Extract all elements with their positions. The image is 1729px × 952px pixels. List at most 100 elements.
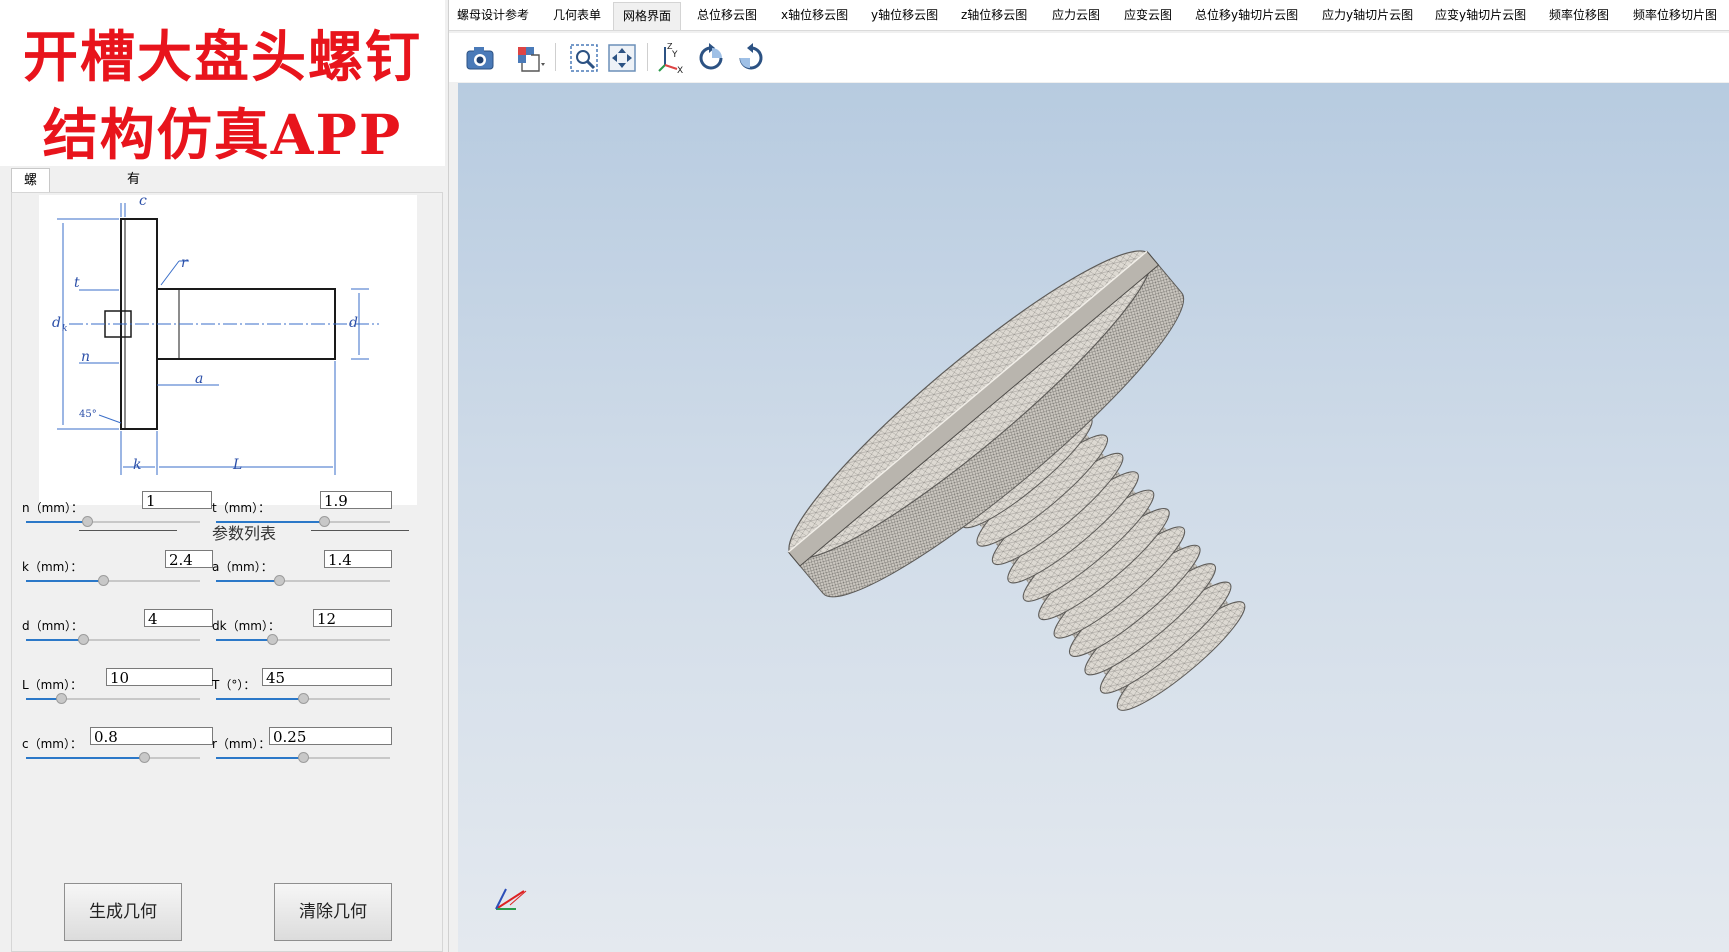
param-label: t（mm）： bbox=[212, 501, 271, 515]
menu-item-freq-disp-slice[interactable]: 频率位移切片图 bbox=[1633, 0, 1717, 30]
param-slider-handle[interactable] bbox=[97, 575, 109, 586]
3d-viewport[interactable] bbox=[458, 83, 1729, 952]
param-slider-fill bbox=[216, 639, 272, 641]
param-label: k（mm）： bbox=[22, 560, 83, 574]
param-label: r（mm）： bbox=[212, 737, 271, 751]
svg-text:X: X bbox=[677, 66, 683, 75]
rotate-ccw-icon[interactable] bbox=[695, 41, 729, 75]
param-panel: c r t d k d n a k L 45° 参数列表 n（mm）： 1 t（mm… bbox=[11, 192, 443, 952]
param-input[interactable]: 2.4 bbox=[165, 550, 213, 569]
param-7: T（°）： 45 bbox=[212, 668, 392, 726]
param-slider[interactable] bbox=[26, 693, 200, 704]
drawing-label-dk-sub: k bbox=[62, 324, 67, 334]
param-slider-handle[interactable] bbox=[298, 752, 309, 763]
zoom-fit-icon[interactable] bbox=[567, 41, 601, 75]
menu-item-strain-y-slice[interactable]: 应变y轴切片云图 bbox=[1435, 0, 1526, 30]
camera-icon[interactable] bbox=[463, 41, 497, 75]
screw-mesh-model[interactable] bbox=[458, 83, 1729, 952]
param-8: c（mm）： 0.8 bbox=[22, 727, 213, 785]
param-input[interactable]: 0.8 bbox=[90, 727, 213, 746]
menu-bar: 螺母设计参考 几何表单 网格界面 总位移云图 x轴位移云图 y轴位移云图 z轴位… bbox=[449, 0, 1729, 31]
menu-item-geometry-form[interactable]: 几何表单 bbox=[553, 0, 601, 30]
view-toolbar: Y X Z bbox=[449, 33, 1729, 82]
banner-title-line2: 结构仿真APP bbox=[42, 102, 403, 167]
pan-icon[interactable] bbox=[605, 41, 639, 75]
param-slider[interactable] bbox=[216, 516, 390, 527]
screw-drawing: c r t d k d n a k L 45° bbox=[39, 195, 417, 505]
rotate-cw-icon[interactable] bbox=[733, 41, 767, 75]
param-3: a（mm）： 1.4 bbox=[212, 550, 392, 608]
param-input[interactable]: 0.25 bbox=[269, 727, 392, 746]
param-6: L（mm）： 10 bbox=[22, 668, 213, 726]
param-slider[interactable] bbox=[26, 575, 200, 586]
param-slider[interactable] bbox=[216, 575, 390, 586]
menu-item-freq-displacement[interactable]: 频率位移图 bbox=[1549, 0, 1609, 30]
param-5: dk（mm）： 12 bbox=[212, 609, 392, 667]
param-slider-fill bbox=[26, 757, 145, 759]
menu-item-stress[interactable]: 应力云图 bbox=[1052, 0, 1100, 30]
param-2: k（mm）： 2.4 bbox=[22, 550, 213, 608]
param-input[interactable]: 1.4 bbox=[324, 550, 392, 569]
param-label: a（mm）： bbox=[212, 560, 273, 574]
param-1: t（mm）： 1.9 bbox=[212, 491, 392, 549]
param-input[interactable]: 4 bbox=[144, 609, 213, 628]
drawing-label-d: d bbox=[349, 315, 358, 331]
drawing-label-r: r bbox=[181, 255, 189, 271]
menu-item-stress-y-slice[interactable]: 应力y轴切片云图 bbox=[1322, 0, 1413, 30]
param-input[interactable]: 1 bbox=[142, 491, 212, 510]
menu-item-z-displacement[interactable]: z轴位移云图 bbox=[961, 0, 1027, 30]
param-0: n（mm）： 1 bbox=[22, 491, 212, 549]
menu-item-strain[interactable]: 应变云图 bbox=[1124, 0, 1172, 30]
svg-text:Z: Z bbox=[667, 42, 673, 51]
param-slider-handle[interactable] bbox=[81, 516, 93, 527]
clear-geometry-button[interactable]: 清除几何 bbox=[274, 883, 392, 941]
param-input[interactable]: 45 bbox=[262, 668, 392, 687]
tab-fem-params[interactable]: 有限元参数 bbox=[115, 168, 152, 283]
param-slider-handle[interactable] bbox=[55, 693, 67, 704]
param-label: L（mm）： bbox=[22, 678, 83, 692]
param-label: T（°）： bbox=[212, 678, 256, 692]
param-slider-fill bbox=[216, 698, 303, 700]
param-label: d（mm）： bbox=[22, 619, 83, 633]
param-slider[interactable] bbox=[26, 752, 200, 763]
drawing-label-dk: d bbox=[52, 315, 61, 331]
orientation-axes-icon bbox=[495, 888, 527, 910]
menu-item-y-displacement[interactable]: y轴位移云图 bbox=[871, 0, 938, 30]
drawing-label-c: c bbox=[139, 195, 147, 209]
drawing-label-k: k bbox=[133, 457, 141, 473]
axes-icon[interactable]: Y X Z bbox=[655, 41, 689, 75]
param-slider-fill bbox=[26, 580, 103, 582]
param-slider-fill bbox=[26, 639, 84, 641]
param-slider[interactable] bbox=[26, 516, 200, 527]
menu-item-total-disp-y-slice[interactable]: 总位移y轴切片云图 bbox=[1195, 0, 1298, 30]
param-slider-handle[interactable] bbox=[78, 634, 90, 645]
drawing-label-L: L bbox=[232, 457, 242, 473]
menu-item-total-displacement[interactable]: 总位移云图 bbox=[697, 0, 757, 30]
param-slider[interactable] bbox=[216, 752, 390, 763]
view-cube-icon[interactable] bbox=[513, 41, 547, 75]
param-slider-fill bbox=[216, 521, 324, 523]
param-slider-handle[interactable] bbox=[318, 516, 330, 527]
param-label: n（mm）： bbox=[22, 501, 83, 515]
param-4: d（mm）： 4 bbox=[22, 609, 213, 667]
param-slider-handle[interactable] bbox=[273, 575, 285, 586]
param-input[interactable]: 12 bbox=[313, 609, 392, 628]
tab-nut-geometry[interactable]: 螺母几何参数 bbox=[11, 168, 51, 308]
param-input[interactable]: 10 bbox=[106, 668, 213, 687]
param-slider[interactable] bbox=[216, 634, 390, 645]
drawing-label-angle: 45° bbox=[79, 409, 97, 420]
menu-item-nut-design-ref[interactable]: 螺母设计参考 bbox=[457, 0, 529, 30]
param-slider-handle[interactable] bbox=[266, 634, 278, 645]
param-slider[interactable] bbox=[216, 693, 390, 704]
param-slider-fill bbox=[216, 580, 279, 582]
svg-text:Y: Y bbox=[671, 50, 678, 60]
param-label: dk（mm）： bbox=[212, 619, 280, 633]
param-slider-handle[interactable] bbox=[139, 752, 151, 763]
menu-item-x-displacement[interactable]: x轴位移云图 bbox=[781, 0, 848, 30]
param-slider-handle[interactable] bbox=[298, 693, 309, 704]
generate-geometry-button[interactable]: 生成几何 bbox=[64, 883, 182, 941]
param-slider[interactable] bbox=[26, 634, 200, 645]
param-input[interactable]: 1.9 bbox=[320, 491, 392, 510]
menu-item-mesh-view[interactable]: 网格界面 bbox=[613, 2, 682, 30]
drawing-label-t: t bbox=[74, 275, 80, 291]
